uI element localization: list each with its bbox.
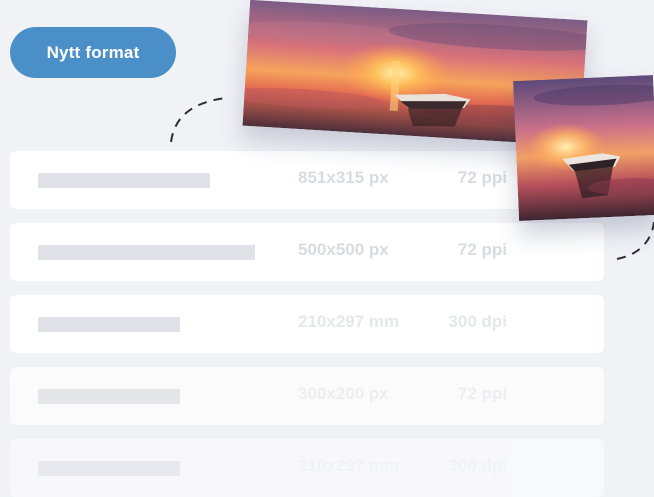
format-dimensions: 210x297 mm (298, 456, 400, 475)
format-row[interactable]: 210x297 mm 300 dpi (10, 439, 604, 497)
format-name-placeholder (38, 245, 255, 260)
format-dimensions: 300x200 px (298, 384, 389, 403)
format-resolution: 72 ppi (457, 240, 507, 259)
format-resolution: 72 ppi (457, 168, 507, 187)
format-resolution: 300 dpi (448, 312, 507, 331)
format-row[interactable]: 500x500 px 72 ppi (10, 223, 604, 281)
format-row[interactable]: 300x200 px 72 ppi (10, 367, 604, 425)
format-resolution: 72 ppi (457, 384, 507, 403)
format-dimensions: 500x500 px (298, 240, 389, 259)
format-row[interactable]: 851x315 px 72 ppi (10, 151, 604, 209)
format-dimensions: 210x297 mm (298, 312, 400, 331)
format-name-placeholder (38, 317, 180, 332)
format-row[interactable]: 210x297 mm 300 dpi (10, 295, 604, 353)
square-preview-image (513, 75, 654, 221)
format-name-placeholder (38, 389, 180, 404)
format-name-placeholder (38, 173, 210, 188)
format-resolution: 300 dpi (448, 456, 507, 475)
format-name-placeholder (38, 461, 180, 476)
format-dimensions: 851x315 px (298, 168, 389, 187)
